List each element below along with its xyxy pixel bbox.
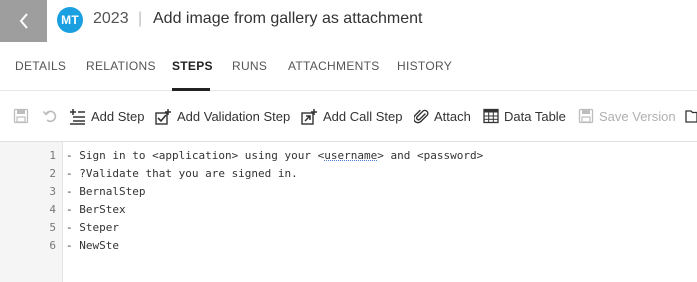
tab-details[interactable]: DETAILS	[15, 59, 66, 73]
data-table-label: Data Table	[504, 108, 566, 124]
save-version-icon	[578, 108, 594, 124]
add-step-label: Add Step	[91, 108, 145, 124]
line-number: 1	[49, 149, 56, 162]
undo-button[interactable]	[42, 91, 58, 141]
tab-steps[interactable]: STEPS	[172, 59, 213, 73]
add-validation-step-button[interactable]: Add Validation Step	[155, 91, 290, 141]
code-line[interactable]: - BerStex	[66, 203, 126, 216]
add-call-step-icon	[301, 108, 317, 125]
add-call-step-button[interactable]: Add Call Step	[301, 91, 403, 141]
add-step-button[interactable]: Add Step	[69, 91, 145, 141]
tab-bar: DETAILS RELATIONS STEPS RUNS ATTACHMENTS…	[0, 42, 697, 91]
add-step-icon	[70, 108, 85, 125]
back-button[interactable]	[0, 0, 47, 42]
steps-editor[interactable]: 1 2 3 4 5 6 - Sign in to <application> u…	[0, 142, 697, 282]
data-table-button[interactable]: Data Table	[483, 91, 566, 141]
code-line[interactable]: - Sign in to <application> using your <u…	[66, 149, 483, 162]
line-number: 4	[49, 203, 56, 216]
folder-button[interactable]	[685, 91, 697, 141]
tab-runs[interactable]: RUNS	[232, 59, 267, 73]
tab-attachments[interactable]: ATTACHMENTS	[288, 59, 380, 73]
save-icon	[13, 108, 29, 124]
line-number: 3	[49, 185, 56, 198]
tab-history[interactable]: HISTORY	[397, 59, 452, 73]
undo-icon	[42, 110, 57, 123]
add-validation-step-icon	[155, 108, 171, 125]
chevron-left-icon	[19, 13, 28, 29]
avatar: MT	[57, 7, 83, 33]
page-title: Add image from gallery as attachment	[153, 10, 423, 27]
attach-button[interactable]: Attach	[414, 91, 471, 141]
code-line[interactable]: - NewSte	[66, 239, 119, 252]
line-number: 6	[49, 239, 56, 252]
code-text: - Sign in to <application> using your <	[66, 149, 325, 162]
paperclip-icon	[414, 109, 429, 123]
test-id: 2023	[93, 10, 129, 27]
header-bar: MT 2023 | Add image from gallery as atta…	[0, 0, 697, 42]
add-call-step-label: Add Call Step	[323, 108, 403, 124]
save-version-label: Save Version	[599, 108, 676, 124]
code-line[interactable]: - ?Validate that you are signed in.	[66, 167, 298, 180]
line-number: 2	[49, 167, 56, 180]
line-number: 5	[49, 221, 56, 234]
save-button[interactable]	[13, 91, 29, 141]
spellcheck-word: username	[324, 149, 378, 162]
attach-label: Attach	[434, 108, 471, 124]
save-version-button[interactable]: Save Version	[578, 91, 676, 141]
steps-toolbar: Add Step Add Validation Step Add Call St…	[0, 91, 697, 142]
add-validation-step-label: Add Validation Step	[177, 108, 291, 124]
table-icon	[483, 108, 499, 124]
line-number-gutter: 1 2 3 4 5 6	[0, 142, 63, 282]
folder-icon	[685, 110, 697, 123]
title-separator: |	[138, 10, 143, 27]
code-line[interactable]: - BernalStep	[66, 185, 145, 198]
code-text: > and <password>	[377, 149, 484, 162]
tab-relations[interactable]: RELATIONS	[86, 59, 156, 73]
code-line[interactable]: - Steper	[66, 221, 119, 234]
